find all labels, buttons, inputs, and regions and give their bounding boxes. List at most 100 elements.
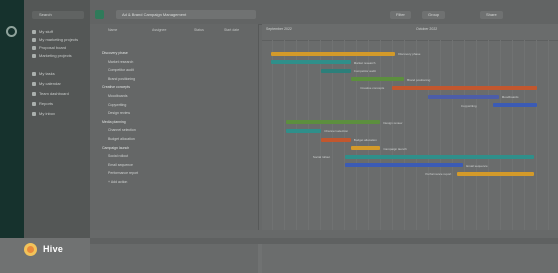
toolbar-button[interactable]: Group — [422, 11, 446, 19]
gantt-bar[interactable] — [392, 85, 538, 90]
row-name: Media planning — [102, 119, 126, 124]
gridline — [308, 40, 309, 230]
day-scale — [262, 36, 558, 41]
sidebar-item-icon — [32, 71, 36, 76]
gantt-bar[interactable] — [270, 51, 396, 56]
row-name: Market research — [108, 59, 134, 64]
row-name: Performance report — [108, 171, 139, 176]
sidebar-item-label: My stuff — [39, 29, 53, 34]
app-rail — [0, 0, 24, 238]
gridline — [476, 40, 477, 230]
gridline — [500, 40, 501, 230]
sidebar-item-label: Team dashboard — [39, 91, 69, 96]
gantt-bar[interactable] — [457, 171, 535, 176]
gantt-bar[interactable] — [285, 128, 322, 133]
sidebar-item[interactable]: My inbox — [32, 110, 55, 117]
row-name: Social rollout — [108, 154, 129, 159]
brand: Hive — [24, 242, 63, 256]
row-name: Channel selection — [108, 128, 136, 133]
gantt-bar[interactable] — [270, 60, 351, 65]
gantt-bar[interactable] — [321, 137, 351, 142]
gantt-bar-label: Brand positioning — [407, 77, 431, 82]
gantt-bar[interactable] — [344, 154, 535, 159]
gantt-bar-label: Campaign launch — [383, 146, 407, 151]
table-row[interactable]: Channel selection — [90, 127, 258, 134]
gridline — [284, 40, 285, 230]
sidebar-item[interactable]: My calendar — [32, 80, 61, 87]
gridline — [428, 40, 429, 230]
month-label: October 2022 — [416, 27, 438, 31]
sidebar-item-label: Proposal board — [39, 45, 67, 50]
table-row[interactable]: Copywriting — [90, 102, 258, 109]
gantt-bar[interactable] — [350, 77, 405, 82]
table-row[interactable]: Moodboards — [90, 93, 258, 100]
sidebar-item[interactable]: My tasks — [32, 70, 55, 77]
sidebar-item[interactable]: Team dashboard — [32, 90, 69, 97]
gridline — [488, 40, 489, 230]
table-row[interactable]: Budget allocation — [90, 136, 258, 143]
gantt-bar[interactable] — [321, 68, 351, 73]
gantt-bar-label: Competitor audit — [353, 69, 376, 74]
add-action-label: + Add action — [108, 180, 128, 184]
task-table: Name Assignee Status Start date Discovery p… — [90, 24, 259, 230]
project-name[interactable]: Ad & Brand Campaign Management — [116, 10, 256, 19]
gridline — [392, 40, 393, 230]
sidebar-item[interactable]: My stuff — [32, 28, 53, 35]
settings-icon[interactable] — [6, 26, 17, 37]
add-action-row[interactable]: + Add action — [90, 179, 258, 186]
sidebar-item-icon — [32, 81, 36, 86]
sidebar-item-label: My marketing projects — [39, 37, 79, 42]
column-header[interactable]: Start date — [224, 28, 239, 32]
sidebar-item[interactable]: Proposal board — [32, 44, 66, 51]
month-label: September 2022 — [266, 27, 292, 31]
project-toolbar: Ad & Brand Campaign Management Filter Gro… — [90, 0, 558, 25]
toolbar-button[interactable]: Filter — [390, 11, 411, 19]
row-name: Creative concepts — [102, 85, 131, 90]
gantt-bar[interactable] — [427, 94, 499, 99]
table-row[interactable]: Brand positioning — [90, 76, 258, 83]
sidebar-search[interactable]: Search — [32, 11, 84, 19]
gantt-bar[interactable] — [344, 163, 464, 168]
column-header[interactable]: Assignee — [152, 28, 166, 32]
project-icon — [95, 10, 104, 19]
bottom-gantt — [262, 244, 558, 273]
gridline — [512, 40, 513, 230]
table-row[interactable]: Performance report — [90, 170, 258, 177]
toolbar-button[interactable]: Share — [480, 11, 503, 19]
row-name: Moodboards — [108, 94, 128, 98]
gantt-bar[interactable] — [350, 146, 381, 151]
sidebar-item[interactable]: Reports — [32, 100, 53, 107]
main-panel: Ad & Brand Campaign Management Filter Gro… — [90, 0, 558, 238]
gridline — [272, 40, 273, 230]
sidebar-item-label: My tasks — [39, 71, 55, 76]
gridline — [452, 40, 453, 230]
hive-logo-icon — [24, 242, 37, 256]
gantt-bar-label: Social rollout — [312, 155, 331, 160]
table-row[interactable]: Competitor audit — [90, 67, 258, 74]
column-header[interactable]: Name — [108, 28, 117, 32]
sidebar-item[interactable]: Marketing projects — [32, 52, 72, 59]
group-row[interactable]: Campaign launch — [90, 145, 258, 152]
column-header[interactable]: Status — [194, 28, 204, 32]
group-row[interactable]: Media planning — [90, 119, 258, 126]
table-row[interactable]: Email sequence — [90, 162, 258, 169]
gantt-bar-label: Email sequence — [466, 163, 488, 168]
gridline — [464, 40, 465, 230]
gridline — [296, 40, 297, 230]
gantt-bar-label: Discovery phase — [398, 52, 421, 56]
table-row[interactable]: Market research — [90, 59, 258, 66]
gantt-bar[interactable] — [285, 120, 381, 125]
group-row[interactable]: Creative concepts — [90, 84, 258, 91]
gantt-bar[interactable] — [492, 103, 538, 108]
gantt-bar-label: Channel selection — [324, 129, 349, 134]
sidebar-item-icon — [32, 111, 36, 116]
sidebar-item-icon — [32, 45, 36, 50]
table-row[interactable]: Design review — [90, 110, 258, 117]
gridline — [380, 40, 381, 230]
sidebar-item-label: My inbox — [39, 111, 56, 116]
row-name: Competitor audit — [108, 68, 134, 73]
table-row[interactable]: Social rollout — [90, 153, 258, 160]
gantt-bar-label: Performance report — [425, 172, 452, 177]
group-row[interactable]: Discovery phase — [90, 50, 258, 57]
sidebar-item[interactable]: My marketing projects — [32, 36, 78, 43]
